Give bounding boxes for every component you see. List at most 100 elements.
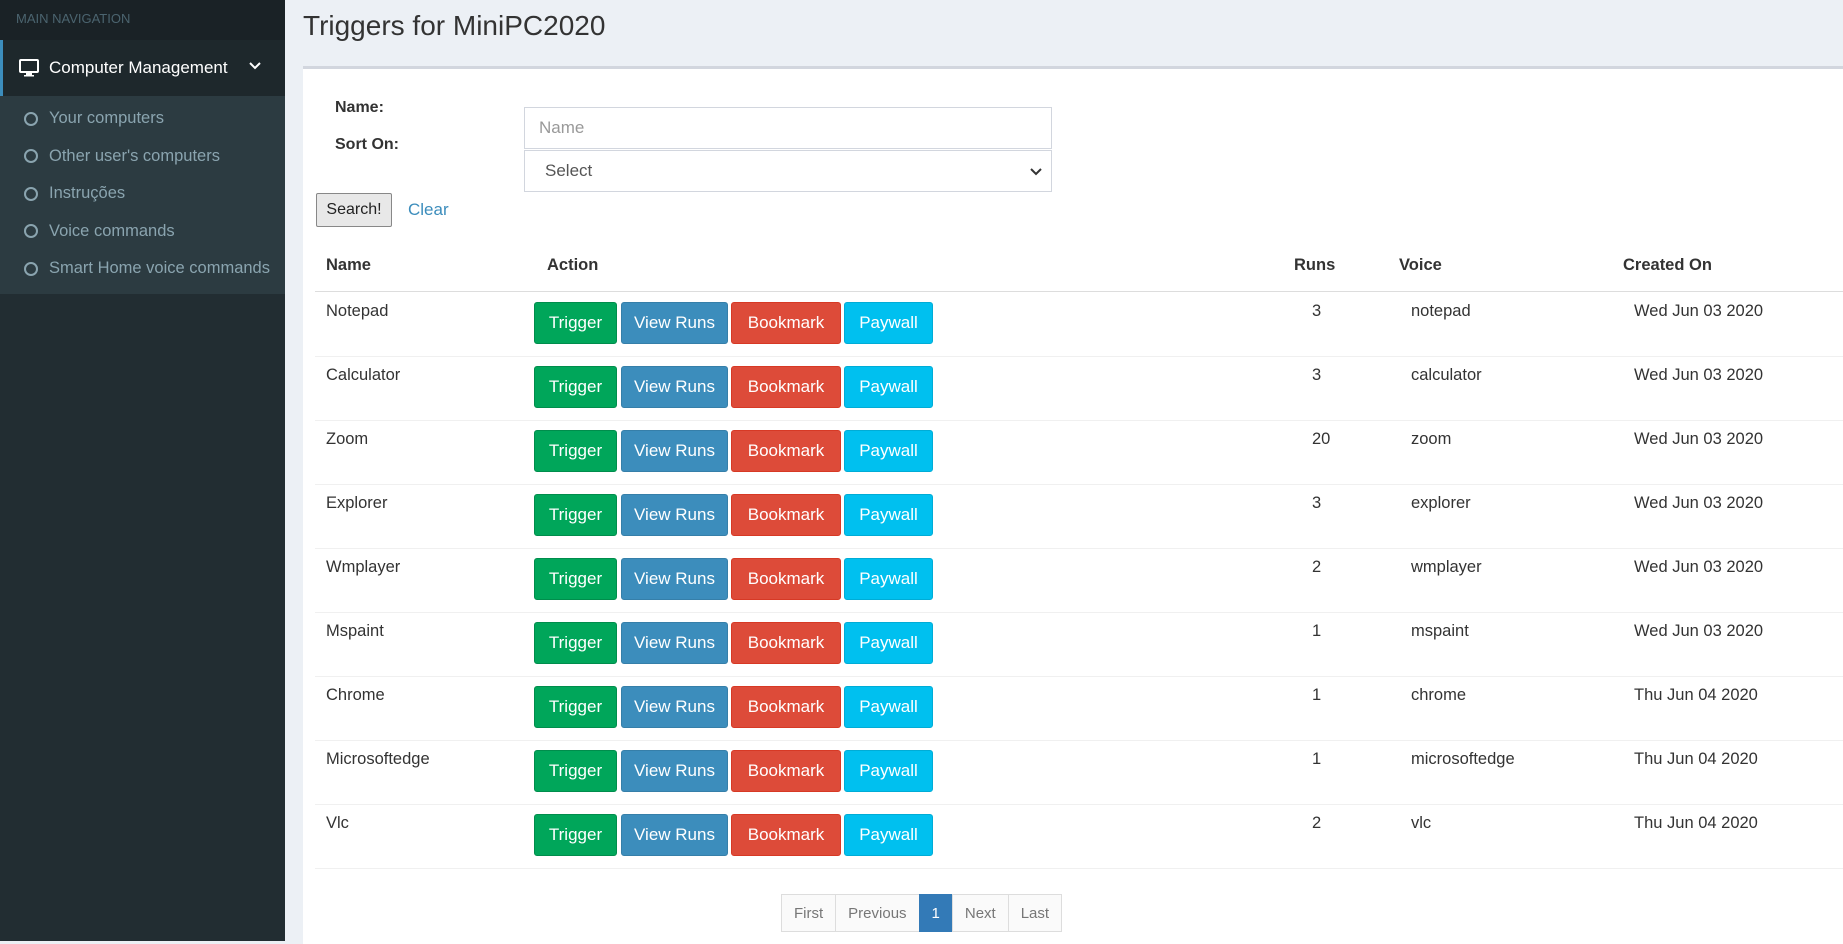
row-created-on: Wed Jun 03 2020	[1634, 558, 1764, 576]
circle-icon	[24, 111, 38, 126]
paywall-button[interactable]: Paywall	[844, 558, 933, 600]
pagination: First Previous 1 Next Last	[781, 894, 1063, 932]
paywall-button[interactable]: Paywall	[844, 430, 933, 472]
sidebar-header: MAIN NAVIGATION	[0, 0, 285, 40]
row-name: Notepad	[326, 302, 389, 320]
paywall-button[interactable]: Paywall	[844, 750, 933, 792]
page-last-button[interactable]: Last	[1007, 894, 1063, 932]
trigger-button[interactable]: Trigger	[534, 430, 617, 472]
paywall-button[interactable]: Paywall	[844, 366, 933, 408]
row-runs: 3	[1312, 302, 1322, 320]
row-name: Vlc	[326, 814, 349, 832]
chevron-down-icon[interactable]	[247, 58, 263, 74]
row-created-on: Thu Jun 04 2020	[1634, 750, 1758, 768]
page-next-button[interactable]: Next	[951, 894, 1009, 932]
sidebar-item-other-users-computers[interactable]: Other user's computers	[0, 138, 285, 176]
row-name: Explorer	[326, 494, 388, 512]
column-header-runs: Runs	[1294, 256, 1336, 274]
row-created-on: Thu Jun 04 2020	[1634, 814, 1758, 832]
circle-icon	[24, 261, 38, 276]
row-created-on: Wed Jun 03 2020	[1634, 366, 1764, 384]
column-header-name: Name	[326, 256, 371, 274]
paywall-button[interactable]: Paywall	[844, 302, 933, 344]
sidebar-item-label: Your computers	[49, 109, 164, 128]
bookmark-button[interactable]: Bookmark	[731, 430, 841, 472]
triggers-box: Name: Name Sort On: Select Search! Clear…	[303, 66, 1843, 944]
row-runs: 20	[1312, 430, 1331, 448]
row-name: Wmplayer	[326, 558, 401, 576]
sidebar: MAIN NAVIGATION Computer Management Your…	[0, 0, 285, 941]
sort-on-select[interactable]: Select	[524, 150, 1052, 192]
row-voice: zoom	[1411, 430, 1452, 448]
view-runs-button[interactable]: View Runs	[621, 686, 728, 728]
trigger-button[interactable]: Trigger	[534, 558, 617, 600]
table-row: Microsoftedge Trigger View Runs Bookmark Pay…	[315, 740, 1843, 805]
row-voice: calculator	[1411, 366, 1482, 384]
trigger-button[interactable]: Trigger	[534, 622, 617, 664]
name-input[interactable]: Name	[524, 107, 1052, 149]
row-runs: 3	[1312, 494, 1322, 512]
trigger-button[interactable]: Trigger	[534, 366, 617, 408]
row-runs: 1	[1312, 686, 1322, 704]
page-first-button[interactable]: First	[781, 894, 837, 932]
row-runs: 1	[1312, 622, 1322, 640]
sidebar-item-your-computers[interactable]: Your computers	[0, 100, 285, 138]
row-voice: microsoftedge	[1411, 750, 1515, 768]
sidebar-item-instrucoes[interactable]: Instruções	[0, 175, 285, 213]
bookmark-button[interactable]: Bookmark	[731, 302, 841, 344]
bookmark-button[interactable]: Bookmark	[731, 814, 841, 856]
search-button[interactable]: Search!	[316, 193, 392, 227]
table-row: Chrome Trigger View Runs Bookmark Paywall 1 ch…	[315, 676, 1843, 741]
row-name: Calculator	[326, 366, 401, 384]
bookmark-button[interactable]: Bookmark	[731, 686, 841, 728]
row-name: Microsoftedge	[326, 750, 430, 768]
row-created-on: Wed Jun 03 2020	[1634, 622, 1764, 640]
page-previous-button[interactable]: Previous	[835, 894, 920, 932]
sidebar-item-computer-management[interactable]: Computer Management	[0, 40, 285, 96]
view-runs-button[interactable]: View Runs	[621, 430, 728, 472]
chevron-down-icon	[1030, 168, 1042, 176]
paywall-button[interactable]: Paywall	[844, 686, 933, 728]
row-voice: chrome	[1411, 686, 1467, 704]
row-name: Mspaint	[326, 622, 384, 640]
sidebar-item-smart-home-voice-commands[interactable]: Smart Home voice commands	[0, 250, 285, 288]
sidebar-item-label: Other user's computers	[49, 146, 220, 165]
clear-link[interactable]: Clear	[408, 200, 449, 220]
sidebar-item-voice-commands[interactable]: Voice commands	[0, 213, 285, 251]
row-voice: wmplayer	[1411, 558, 1482, 576]
paywall-button[interactable]: Paywall	[844, 814, 933, 856]
bookmark-button[interactable]: Bookmark	[731, 558, 841, 600]
trigger-button[interactable]: Trigger	[534, 686, 617, 728]
view-runs-button[interactable]: View Runs	[621, 302, 728, 344]
bookmark-button[interactable]: Bookmark	[731, 366, 841, 408]
view-runs-button[interactable]: View Runs	[621, 622, 728, 664]
trigger-button[interactable]: Trigger	[534, 302, 617, 344]
sidebar-item-label: Computer Management	[49, 58, 228, 77]
bookmark-button[interactable]: Bookmark	[731, 622, 841, 664]
trigger-button[interactable]: Trigger	[534, 814, 617, 856]
row-runs: 2	[1312, 558, 1322, 576]
sidebar-submenu: Your computers Other user's computers In…	[0, 96, 285, 294]
view-runs-button[interactable]: View Runs	[621, 494, 728, 536]
paywall-button[interactable]: Paywall	[844, 494, 933, 536]
view-runs-button[interactable]: View Runs	[621, 558, 728, 600]
trigger-button[interactable]: Trigger	[534, 750, 617, 792]
sort-on-label: Sort On:	[335, 136, 399, 153]
view-runs-button[interactable]: View Runs	[621, 750, 728, 792]
row-voice: mspaint	[1411, 622, 1469, 640]
table-row: Explorer Trigger View Runs Bookmark Paywall 3…	[315, 484, 1843, 549]
bookmark-button[interactable]: Bookmark	[731, 494, 841, 536]
page-current-button[interactable]: 1	[918, 894, 953, 932]
row-runs: 1	[1312, 750, 1322, 768]
row-created-on: Wed Jun 03 2020	[1634, 494, 1764, 512]
circle-icon	[24, 149, 38, 164]
table-row: Mspaint Trigger View Runs Bookmark Paywall 1 m…	[315, 612, 1843, 677]
paywall-button[interactable]: Paywall	[844, 622, 933, 664]
circle-icon	[24, 224, 38, 239]
trigger-button[interactable]: Trigger	[534, 494, 617, 536]
view-runs-button[interactable]: View Runs	[621, 366, 728, 408]
view-runs-button[interactable]: View Runs	[621, 814, 728, 856]
row-created-on: Wed Jun 03 2020	[1634, 302, 1764, 320]
row-runs: 3	[1312, 366, 1322, 384]
bookmark-button[interactable]: Bookmark	[731, 750, 841, 792]
